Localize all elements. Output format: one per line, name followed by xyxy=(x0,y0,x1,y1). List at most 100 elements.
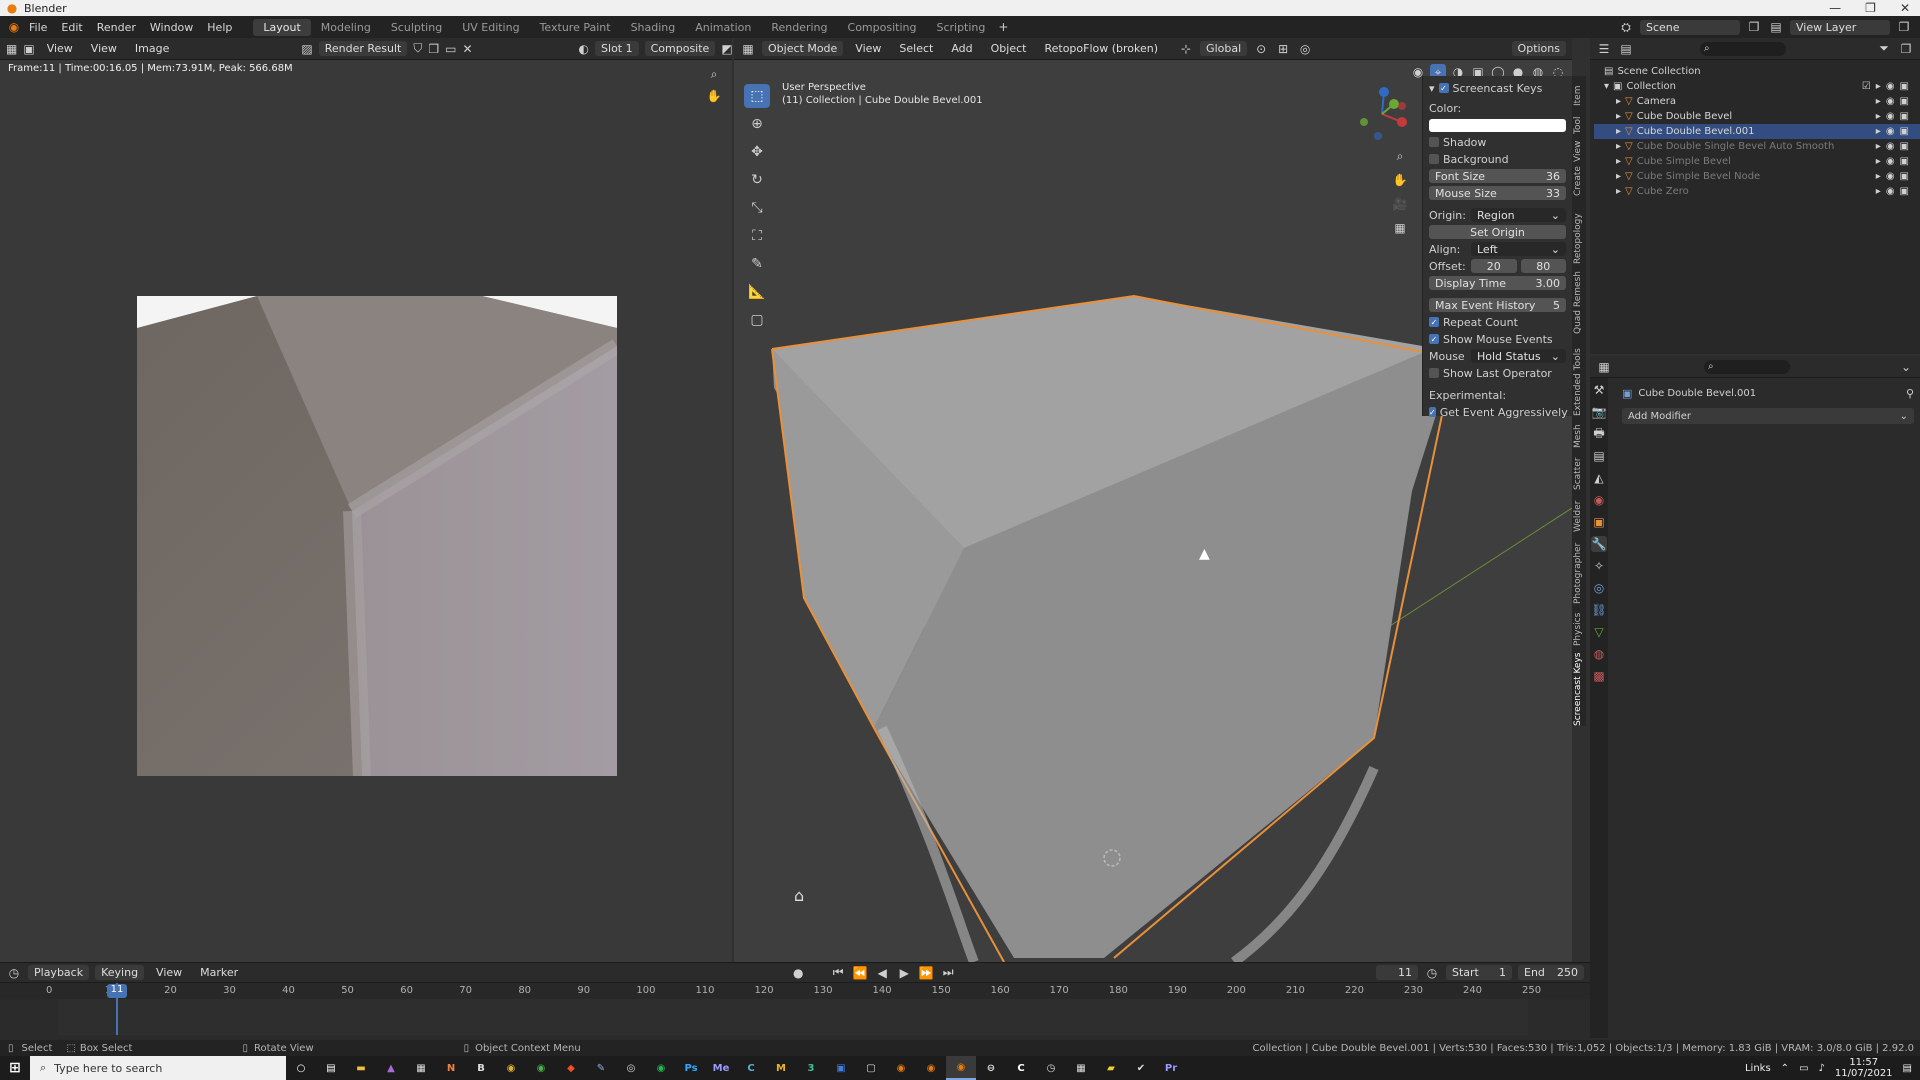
playhead-frame-badge[interactable]: 11 xyxy=(107,984,127,998)
repeat-count-checkbox[interactable]: ✓ xyxy=(1429,317,1439,327)
tab-texture-paint[interactable]: Texture Paint xyxy=(530,19,621,36)
calculator-icon[interactable]: ▦ xyxy=(406,1056,436,1080)
mouse-size-field[interactable]: Mouse Size 33 xyxy=(1429,186,1566,200)
constraints-properties-icon[interactable]: ⛓ xyxy=(1591,602,1607,618)
cursor-tool[interactable]: ⊕ xyxy=(744,112,770,136)
maximize-button[interactable]: ❐ xyxy=(1865,1,1876,15)
outliner-search-input[interactable]: ⌕ xyxy=(1700,41,1786,56)
sticky-notes-icon[interactable]: ▰ xyxy=(1096,1056,1126,1080)
tab-shading[interactable]: Shading xyxy=(621,19,686,36)
offset-x-field[interactable]: 20 xyxy=(1471,259,1517,273)
set-origin-button[interactable]: Set Origin xyxy=(1429,225,1566,239)
expand-arrow-icon[interactable]: ▸ xyxy=(1616,96,1621,107)
timeline-editor-type-icon[interactable]: ◷ xyxy=(6,965,22,981)
app-3-icon[interactable]: 3 xyxy=(796,1056,826,1080)
taskbar-clock[interactable]: 11:57 11/07/2021 xyxy=(1835,1057,1893,1079)
show-mouse-events-checkbox[interactable]: ✓ xyxy=(1429,334,1439,344)
scene-selector[interactable]: Scene xyxy=(1640,19,1740,35)
offset-y-field[interactable]: 80 xyxy=(1520,259,1566,273)
outliner-item[interactable]: ▸ ▽ Cube Double Single Bevel Auto Smooth ▸◉… xyxy=(1594,139,1920,154)
color-swatch[interactable] xyxy=(1429,118,1566,132)
jump-start-icon[interactable]: ⏮ xyxy=(830,965,846,981)
blender-menu-icon[interactable]: ◉ xyxy=(6,19,22,35)
blender-active-icon[interactable]: ◉ xyxy=(946,1056,976,1080)
spotify-icon[interactable]: ◉ xyxy=(646,1056,676,1080)
outliner-item[interactable]: ▸ ▽ Cube Zero ▸◉▣ xyxy=(1594,184,1920,199)
app-c2-icon[interactable]: C xyxy=(1006,1056,1036,1080)
app-window-icon[interactable]: ▢ xyxy=(856,1056,886,1080)
image-menu-view-2[interactable]: View xyxy=(85,41,123,56)
item-toggles-icon[interactable]: ▸◉▣ xyxy=(1876,156,1920,167)
font-size-field[interactable]: Font Size 36 xyxy=(1429,169,1566,183)
pin-icon[interactable]: ⚲ xyxy=(1906,387,1914,400)
outliner-item[interactable]: ▸ ▽ Cube Double Bevel.001 ▸◉▣ xyxy=(1594,124,1920,139)
scene-properties-icon[interactable]: ◭ xyxy=(1591,470,1607,486)
taskbar-links-label[interactable]: Links xyxy=(1745,1063,1771,1074)
play-icon[interactable]: ▶ xyxy=(896,965,912,981)
screencast-enable-checkbox[interactable]: ✓ xyxy=(1438,83,1449,93)
preview-range-icon[interactable]: ◷ xyxy=(1424,965,1440,981)
new-collection-icon[interactable]: ❐ xyxy=(1898,41,1914,57)
file-explorer-icon[interactable]: ▬ xyxy=(346,1056,376,1080)
sidebar-tab-extended-tools[interactable]: Extended Tools xyxy=(1573,348,1583,416)
show-last-operator-checkbox[interactable] xyxy=(1429,368,1439,378)
align-dropdown[interactable]: Left ⌄ xyxy=(1471,242,1566,256)
max-event-history-field[interactable]: Max Event History 5 xyxy=(1429,298,1566,312)
playback-menu[interactable]: Playback xyxy=(28,965,90,980)
sidebar-tab-physics[interactable]: Physics xyxy=(1573,613,1583,646)
item-toggles-icon[interactable]: ▸◉▣ xyxy=(1876,126,1920,137)
sidebar-tab-scatter[interactable]: Scatter xyxy=(1573,458,1583,490)
outliner-item[interactable]: ▸ ▽ Cube Double Bevel ▸◉▣ xyxy=(1594,109,1920,124)
expand-arrow-icon[interactable]: ▸ xyxy=(1616,186,1621,197)
record-icon[interactable]: ● xyxy=(790,965,806,981)
next-keyframe-icon[interactable]: ⏩ xyxy=(918,965,934,981)
unlink-image-icon[interactable]: ✕ xyxy=(462,41,472,57)
transform-tool[interactable]: ⛶ xyxy=(744,224,770,248)
view-layer-selector[interactable]: View Layer xyxy=(1790,19,1890,35)
current-frame-field[interactable]: 11 xyxy=(1376,965,1418,980)
chrome-2-icon[interactable]: ◉ xyxy=(526,1056,556,1080)
open-image-icon[interactable]: ▭ xyxy=(445,41,456,57)
tray-overflow-icon[interactable]: ⌃ xyxy=(1781,1063,1789,1074)
item-toggles-icon[interactable]: ▸◉▣ xyxy=(1876,141,1920,152)
editor-type-icon[interactable]: ▦ xyxy=(6,41,17,57)
world-properties-icon[interactable]: ◉ xyxy=(1591,492,1607,508)
prev-keyframe-icon[interactable]: ⏪ xyxy=(852,965,868,981)
menu-file[interactable]: File xyxy=(22,21,54,34)
tab-uv-editing[interactable]: UV Editing xyxy=(452,19,529,36)
marker-menu[interactable]: Marker xyxy=(194,965,244,980)
view-mode-icon[interactable]: ▣ xyxy=(23,41,34,57)
slot-selector[interactable]: Slot 1 xyxy=(595,41,639,56)
expand-arrow-icon[interactable]: ▸ xyxy=(1616,141,1621,152)
volume-icon[interactable]: ♪ xyxy=(1819,1063,1825,1074)
new-view-layer-icon[interactable]: ❐ xyxy=(1896,19,1912,35)
menu-render[interactable]: Render xyxy=(90,21,143,34)
properties-editor[interactable]: ▦ ⌕ ⌄ ▣ Cube Double Bevel.001 ⚲ Add Modi… xyxy=(1590,356,1920,1040)
expand-arrow-icon[interactable]: ▾ xyxy=(1604,81,1609,92)
object-properties-icon[interactable]: ▣ xyxy=(1591,514,1607,530)
app-m-icon[interactable]: M xyxy=(766,1056,796,1080)
render-properties-icon[interactable]: 📷 xyxy=(1591,404,1607,420)
view-layer-properties-icon[interactable]: ▤ xyxy=(1591,448,1607,464)
pan-hand-icon[interactable]: ✋ xyxy=(706,88,722,104)
scale-tool[interactable]: ⤡ xyxy=(744,196,770,220)
tool-properties-icon[interactable]: ⚒ xyxy=(1591,382,1607,398)
app-c-icon[interactable]: C xyxy=(736,1056,766,1080)
network-icon[interactable]: ▭ xyxy=(1799,1063,1808,1074)
physics-properties-icon[interactable]: ◎ xyxy=(1591,580,1607,596)
expand-arrow-icon[interactable]: ▸ xyxy=(1616,156,1621,167)
add-modifier-dropdown[interactable]: Add Modifier ⌄ xyxy=(1622,408,1914,424)
add-cube-tool[interactable]: ▢ xyxy=(744,308,770,332)
sidebar-tab-photographer[interactable]: Photographer xyxy=(1573,543,1583,604)
pan-view-icon[interactable]: ✋ xyxy=(1392,172,1408,188)
timeline-ruler[interactable]: 0102030405060708090100110120130140150160… xyxy=(0,983,1590,999)
play-reverse-icon[interactable]: ◀ xyxy=(874,965,890,981)
expand-arrow-icon[interactable]: ▸ xyxy=(1616,126,1621,137)
end-frame-field[interactable]: End 250 xyxy=(1518,965,1584,980)
select-box-tool[interactable]: ⬚ xyxy=(744,84,770,108)
output-properties-icon[interactable]: 🖶 xyxy=(1591,426,1607,442)
tab-modeling[interactable]: Modeling xyxy=(311,19,381,36)
photoshop-icon[interactable]: Ps xyxy=(676,1056,706,1080)
camera-view-icon[interactable]: 🎥 xyxy=(1392,196,1408,212)
layer-selector[interactable]: Composite xyxy=(644,41,716,56)
